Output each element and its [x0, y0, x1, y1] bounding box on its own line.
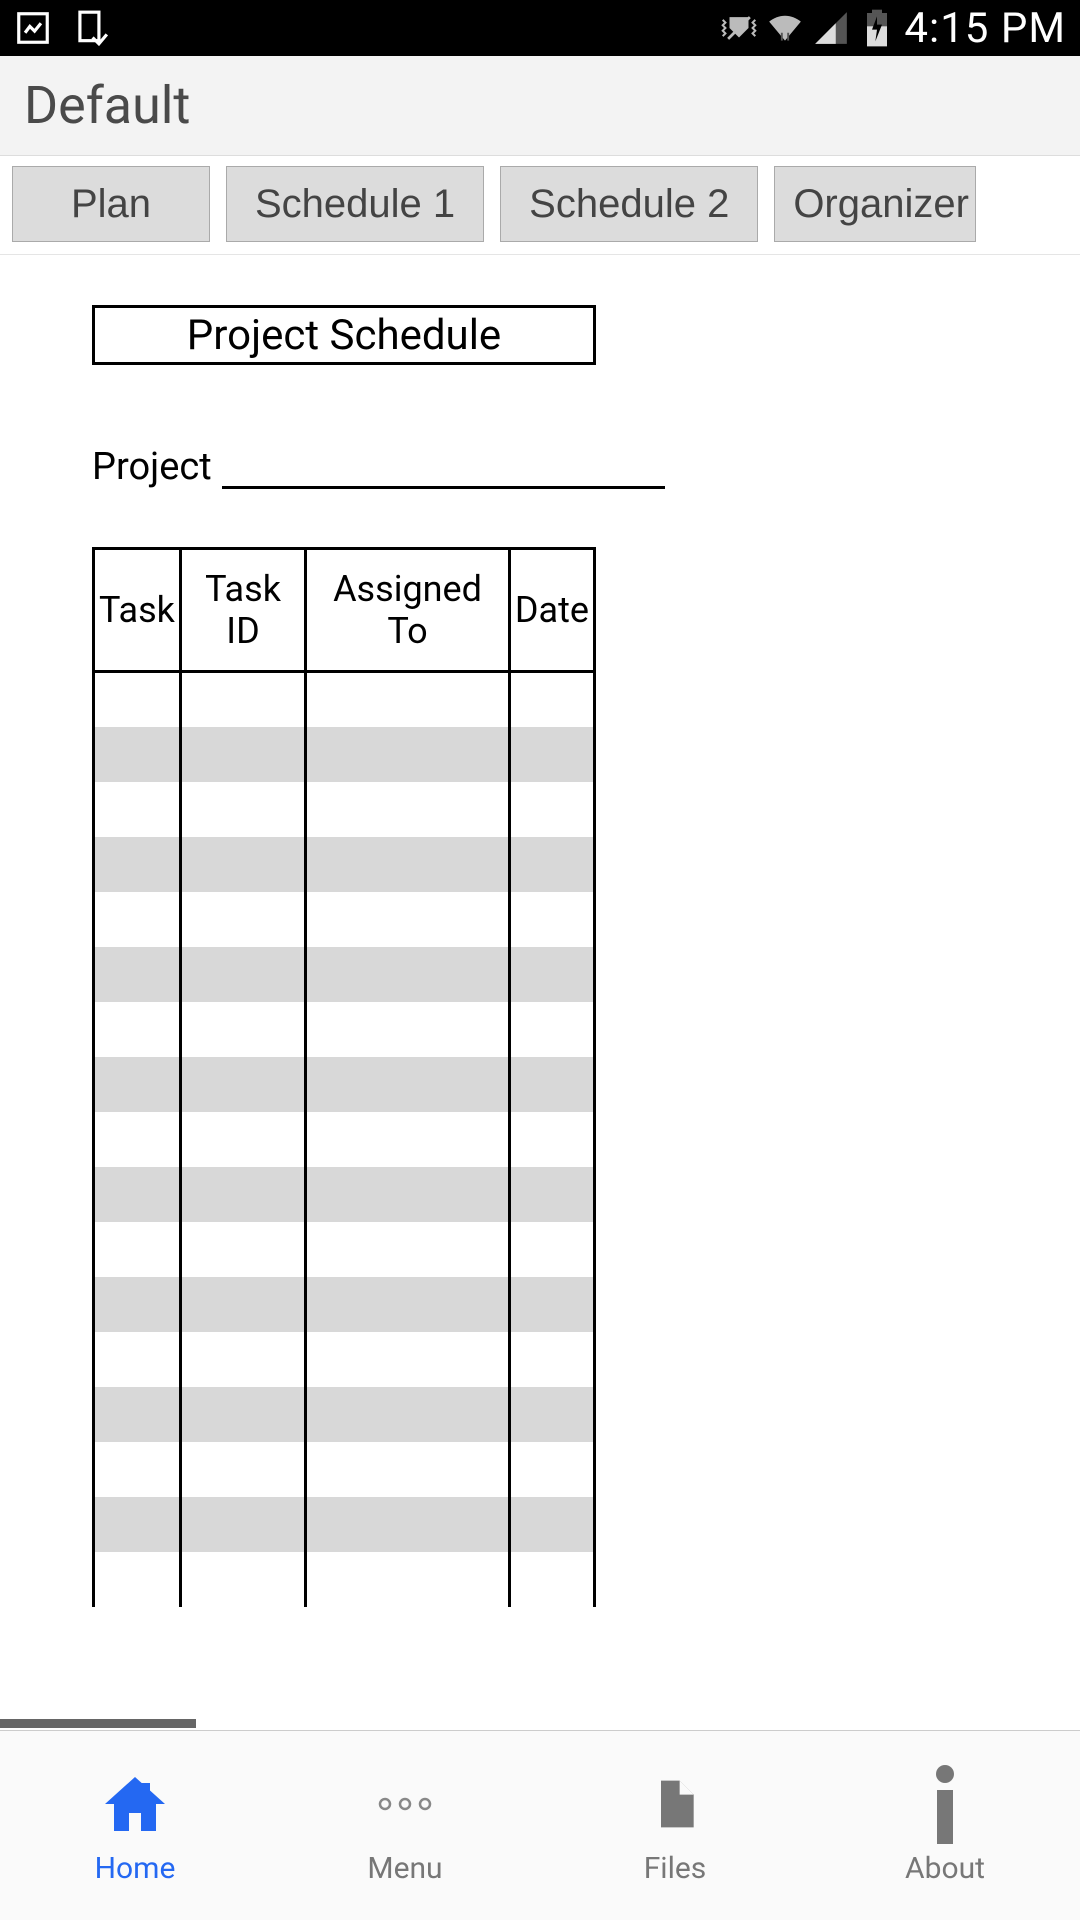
table-row[interactable]	[94, 892, 595, 947]
status-bar: 4:15 PM	[0, 0, 1080, 56]
tab-plan[interactable]: Plan	[12, 166, 210, 242]
app-header: Default	[0, 56, 1080, 156]
scroll-indicator[interactable]	[0, 1719, 196, 1728]
info-icon	[925, 1765, 965, 1843]
table-row[interactable]	[94, 1222, 595, 1277]
bottom-nav: Home Menu Files About	[0, 1730, 1080, 1920]
image-icon	[14, 9, 52, 47]
nav-home[interactable]: Home	[0, 1731, 270, 1920]
table-row[interactable]	[94, 1277, 595, 1332]
battery-icon	[858, 9, 896, 47]
tab-row: Plan Schedule 1 Schedule 2 Organizer	[0, 156, 1080, 255]
nav-menu-label: Menu	[367, 1851, 442, 1886]
tab-schedule-1[interactable]: Schedule 1	[226, 166, 484, 242]
table-row[interactable]	[94, 672, 595, 727]
table-row[interactable]	[94, 1002, 595, 1057]
table-header-row: Task Task ID Assigned To Date	[94, 549, 595, 672]
col-task: Task	[94, 549, 181, 672]
nav-about-label: About	[905, 1851, 985, 1886]
nav-about[interactable]: About	[810, 1731, 1080, 1920]
nav-menu[interactable]: Menu	[270, 1731, 540, 1920]
nav-files-label: Files	[644, 1851, 707, 1886]
document-title: Project Schedule	[92, 305, 596, 365]
table-row[interactable]	[94, 1442, 595, 1497]
content-area[interactable]: Project Schedule Project Task Task ID As…	[0, 255, 1080, 1607]
table-row[interactable]	[94, 1552, 595, 1607]
table-row[interactable]	[94, 1497, 595, 1552]
table-row[interactable]	[94, 1112, 595, 1167]
table-row[interactable]	[94, 1167, 595, 1222]
col-task-id: Task ID	[180, 549, 305, 672]
page-title: Default	[24, 75, 190, 136]
table-row[interactable]	[94, 1057, 595, 1112]
status-time: 4:15 PM	[904, 4, 1066, 53]
wifi-icon	[766, 9, 804, 47]
table-row[interactable]	[94, 782, 595, 837]
table-row[interactable]	[94, 1387, 595, 1442]
home-icon	[97, 1765, 173, 1843]
tab-organizer[interactable]: Organizer	[774, 166, 976, 242]
tab-schedule-2[interactable]: Schedule 2	[500, 166, 758, 242]
col-date: Date	[509, 549, 594, 672]
status-right: 4:15 PM	[720, 4, 1066, 53]
table-row[interactable]	[94, 727, 595, 782]
project-input[interactable]	[222, 449, 665, 489]
nav-home-label: Home	[95, 1851, 176, 1886]
download-complete-icon	[72, 9, 110, 47]
menu-icon	[370, 1765, 440, 1843]
nav-files[interactable]: Files	[540, 1731, 810, 1920]
table-row[interactable]	[94, 837, 595, 892]
table-row[interactable]	[94, 1332, 595, 1387]
project-label: Project	[92, 445, 222, 489]
table-row[interactable]	[94, 947, 595, 1002]
file-icon	[647, 1765, 703, 1843]
schedule-table: Task Task ID Assigned To Date	[92, 547, 596, 1607]
signal-icon	[812, 9, 850, 47]
status-left	[14, 9, 110, 47]
col-assigned-to: Assigned To	[306, 549, 510, 672]
project-field-row: Project	[92, 445, 988, 489]
vibrate-icon	[720, 9, 758, 47]
